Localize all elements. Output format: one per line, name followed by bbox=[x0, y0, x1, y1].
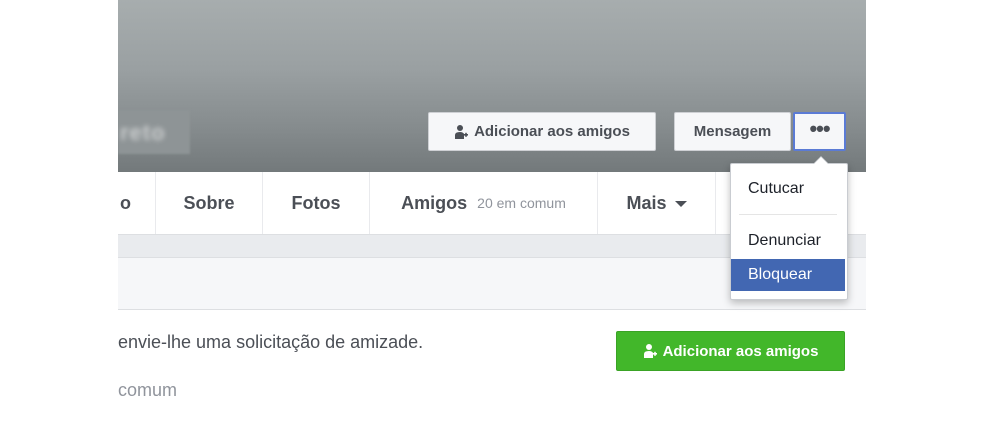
menu-item-poke[interactable]: Cutucar bbox=[731, 173, 845, 205]
add-friend-green-button[interactable]: Adicionar aos amigos bbox=[616, 331, 845, 371]
add-friend-green-label: Adicionar aos amigos bbox=[662, 342, 819, 360]
friend-request-text: envie-lhe uma solicitação de amizade. bbox=[118, 332, 424, 352]
add-friend-icon bbox=[643, 344, 657, 358]
tab-friends[interactable]: Amigos 20 em comum bbox=[370, 172, 598, 234]
tab-photos[interactable]: Fotos bbox=[263, 172, 370, 234]
tab-more[interactable]: Mais bbox=[598, 172, 716, 234]
more-options-button[interactable]: ••• bbox=[793, 112, 846, 151]
add-friend-icon bbox=[455, 124, 469, 139]
tab-friends-label: Amigos bbox=[401, 192, 468, 213]
ellipsis-icon: ••• bbox=[809, 115, 830, 141]
tab-about[interactable]: Sobre bbox=[156, 172, 263, 234]
message-label: Mensagem bbox=[693, 123, 772, 140]
add-friend-label: Adicionar aos amigos bbox=[474, 123, 630, 140]
tab-about-label: Sobre bbox=[183, 192, 235, 213]
menu-item-report[interactable]: Denunciar bbox=[731, 225, 845, 257]
tab-timeline-label: o bbox=[120, 192, 131, 213]
tab-more-label: Mais bbox=[626, 192, 667, 213]
add-friend-button[interactable]: Adicionar aos amigos bbox=[428, 112, 656, 151]
profile-name: reto bbox=[118, 110, 190, 154]
menu-divider bbox=[739, 214, 837, 215]
message-button[interactable]: Mensagem bbox=[674, 112, 791, 151]
caret-down-icon bbox=[674, 201, 687, 207]
more-options-menu: Cutucar Denunciar Bloquear bbox=[730, 156, 848, 300]
mutual-friends-count: 20 em comum bbox=[477, 195, 566, 211]
profile-name-text: reto bbox=[120, 120, 166, 145]
tab-photos-label: Fotos bbox=[291, 192, 341, 213]
menu-item-block[interactable]: Bloquear bbox=[731, 259, 845, 291]
tab-timeline[interactable]: o bbox=[118, 172, 156, 234]
mutual-text: comum bbox=[118, 380, 178, 400]
